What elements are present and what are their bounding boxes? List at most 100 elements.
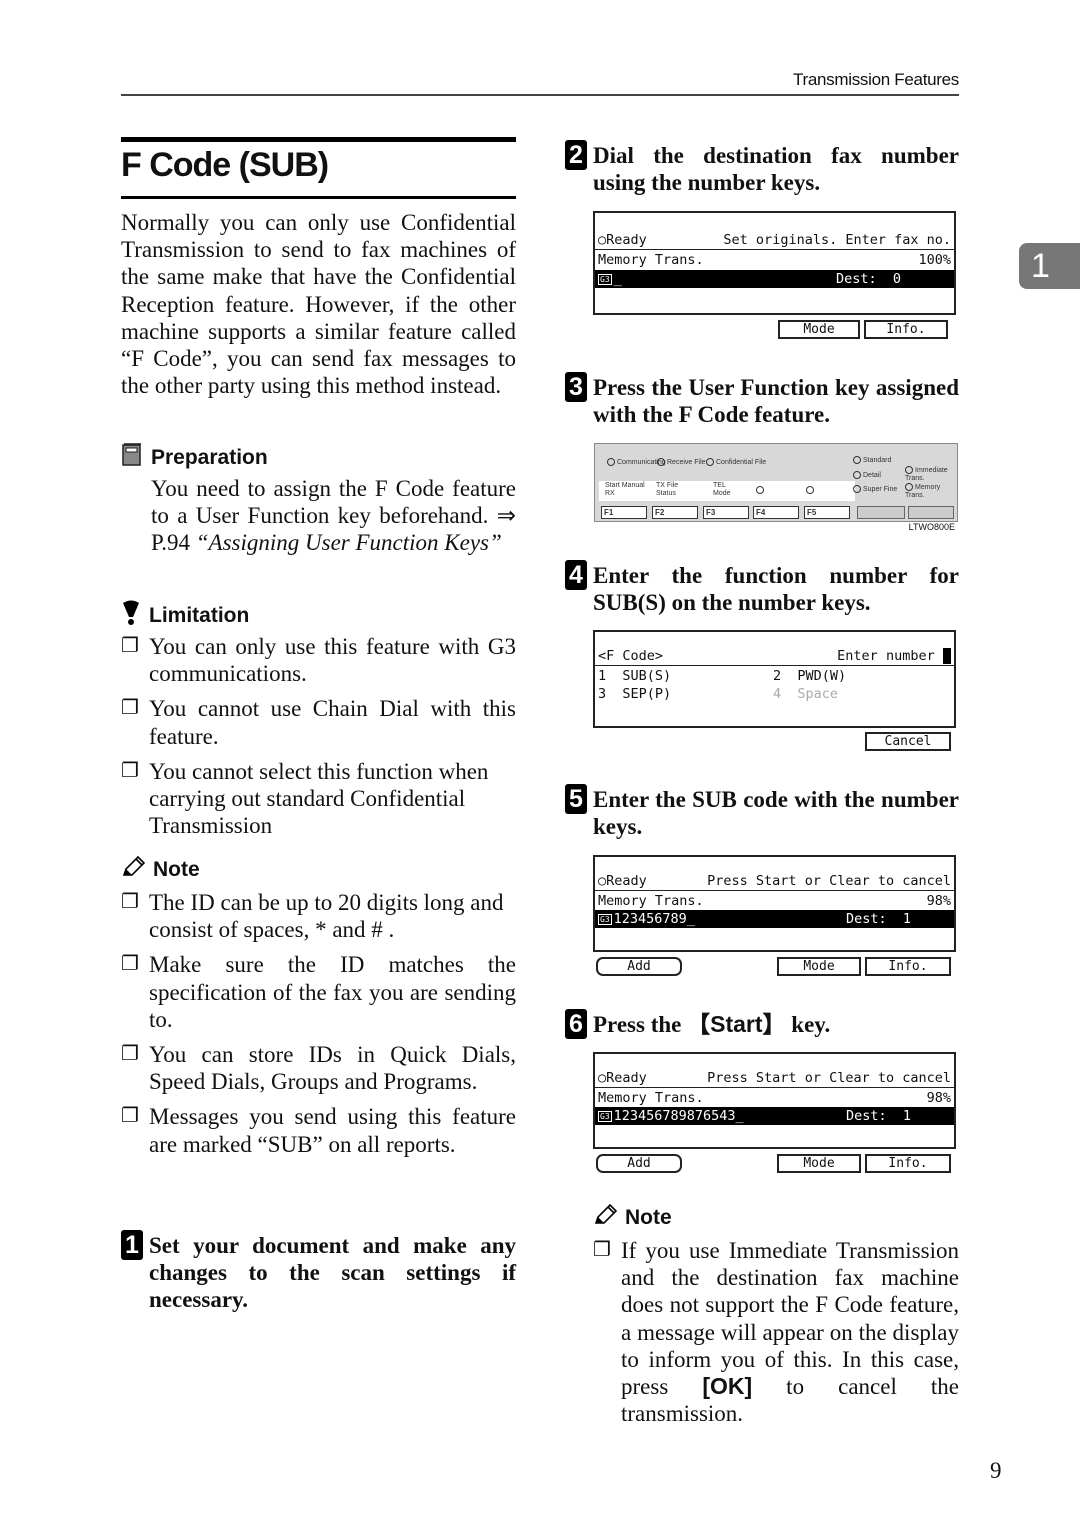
checkbox-icon: ❐: [121, 891, 139, 913]
title-rule-top: [121, 137, 516, 142]
indicator-f5: [806, 486, 816, 495]
limitation-item: ❐ You cannot use Chain Dial with this fea…: [121, 696, 516, 749]
checkbox-icon: ❐: [121, 1105, 139, 1128]
f1-key[interactable]: F1: [601, 506, 647, 519]
f2-key[interactable]: F2: [652, 506, 698, 519]
mode-memory: Memory Trans.: [905, 483, 941, 499]
lcd-input[interactable]: 123456789_: [614, 911, 695, 927]
intro-paragraph: Normally you can only use Confidential T…: [121, 210, 516, 399]
note-item: ❐ The ID can be up to 20 digits long and …: [121, 890, 504, 943]
start-key-label: 【Start】: [687, 1011, 786, 1037]
indicator-f4: [756, 486, 766, 495]
g3-icon: G3: [598, 913, 612, 925]
lcd-dest: Dest: 0: [835, 271, 901, 287]
lcd-screen-sub-partial: ○Ready Press Start or Clear to cancel Mem…: [593, 855, 956, 952]
option-sep[interactable]: 3 SEP(P): [598, 685, 773, 703]
res-super-fine: Super Fine: [853, 485, 897, 494]
control-panel-illustration: Communicating Receive File Confidential …: [594, 443, 958, 522]
limitation-heading: Limitation: [121, 600, 249, 632]
note2-list: ❐ If you use Immediate Transmission and t…: [593, 1237, 959, 1427]
f4-key[interactable]: F4: [753, 506, 799, 519]
note2-heading: Note: [593, 1203, 672, 1232]
lcd-status: ○Ready: [598, 232, 647, 248]
mode-button[interactable]: Mode: [777, 1154, 861, 1173]
label-tel-mode: TEL Mode: [713, 482, 731, 497]
running-header: Transmission Features: [793, 70, 959, 89]
note2-title: Note: [625, 1206, 672, 1229]
g3-icon: G3: [598, 273, 612, 285]
checkbox-icon: ❐: [121, 953, 139, 976]
note-title: Note: [153, 858, 200, 881]
preparation-link[interactable]: “Assigning User Function Keys”: [196, 530, 502, 555]
title-rule-bottom: [121, 196, 516, 199]
option-sub[interactable]: 1 SUB(S): [598, 667, 773, 685]
page-title: F Code (SUB): [121, 146, 329, 184]
limitation-item: ❐ You can only use this feature with G3 c…: [121, 634, 516, 687]
step-text: Set your document and make any changes t…: [149, 1233, 516, 1313]
indicator-receive-file: Receive File: [657, 458, 706, 467]
cancel-button[interactable]: Cancel: [865, 732, 951, 751]
checkbox-icon: ❐: [121, 697, 139, 720]
checkbox-icon: ❐: [121, 635, 139, 657]
option-space[interactable]: 4 Space: [773, 685, 838, 703]
option-pwd[interactable]: 2 PWD(W): [773, 667, 846, 685]
mode-button[interactable]: Mode: [777, 957, 861, 976]
step-number: 2: [565, 140, 587, 170]
step-text: Enter the function number for SUB(S) on …: [593, 563, 959, 616]
f5-key[interactable]: F5: [804, 506, 850, 519]
pencil-icon: [593, 1203, 618, 1232]
info-button[interactable]: Info.: [864, 320, 948, 339]
step-text: Press the User Function key assigned wit…: [593, 375, 959, 428]
lcd-input[interactable]: 123456789876543_: [614, 1108, 744, 1124]
info-button[interactable]: Info.: [865, 957, 951, 976]
note-item: ❐ Messages you send using this feature ar…: [121, 1104, 516, 1157]
add-button[interactable]: Add: [596, 957, 682, 976]
pencil-icon: [121, 855, 146, 884]
note-heading: Note: [121, 855, 200, 884]
limitation-icon: [121, 600, 141, 632]
f3-key[interactable]: F3: [703, 506, 749, 519]
note-item: ❐ Make sure the ID matches the specificat…: [121, 952, 516, 1032]
add-button[interactable]: Add: [596, 1154, 682, 1173]
res-detail: Detail: [853, 471, 881, 480]
limitation-list: ❐ You can only use this feature with G3 c…: [121, 633, 516, 839]
step-text: Dial the destination fax number using th…: [593, 143, 959, 196]
step-5: 5 Enter the SUB code with the number key…: [565, 784, 959, 840]
lcd-title: <F Code>: [598, 648, 664, 664]
step-number: 6: [565, 1009, 587, 1039]
step-text: Enter the SUB code with the number keys.: [593, 787, 959, 840]
lcd-screen-dial: ○Ready Set originals. Enter fax no. Memor…: [593, 211, 956, 315]
step-4: 4 Enter the function number for SUB(S) o…: [565, 560, 959, 616]
checkbox-icon: ❐: [121, 1043, 139, 1066]
limitation-title: Limitation: [149, 604, 250, 627]
lcd-mode: Memory Trans.: [598, 252, 704, 268]
step-number: 3: [565, 372, 587, 402]
page-number: 9: [990, 1458, 1002, 1483]
label-tx-file-status: TX File Status: [656, 482, 679, 497]
lcd-prompt: Enter number: [837, 648, 935, 664]
lcd-screen-fcode: <F Code> Enter number 1 SUB(S) 2 PWD(W) 3 …: [593, 630, 956, 728]
limitation-item: ❐ You cannot select this function when ca…: [121, 758, 489, 839]
checkbox-icon: ❐: [593, 1239, 611, 1261]
step-number: 4: [565, 560, 587, 590]
checkbox-icon: ❐: [121, 759, 139, 782]
preparation-title: Preparation: [151, 446, 268, 469]
info-button[interactable]: Info.: [865, 1154, 951, 1173]
lcd-memory: 100%: [918, 252, 951, 268]
lcd-input[interactable]: _: [614, 271, 622, 287]
step-number: 5: [565, 784, 587, 814]
g3-icon: G3: [598, 1110, 612, 1122]
label-start-manual-rx: Start Manual RX: [605, 482, 645, 497]
note-item: ❐ You can store IDs in Quick Dials, Speed…: [121, 1042, 516, 1095]
preparation-text: You need to assign the F Code feature to…: [151, 475, 516, 557]
lcd-screen-sub-full: ○Ready Press Start or Clear to cancel Mem…: [593, 1052, 956, 1149]
step-1: 1 Set your document and make any changes…: [121, 1230, 516, 1314]
step-number: 1: [121, 1230, 143, 1260]
mode-button[interactable]: Mode: [778, 320, 860, 339]
header-rule: [121, 94, 959, 96]
indicator-confidential-file: Confidential File: [706, 458, 766, 467]
note2-item: ❐ If you use Immediate Transmission and t…: [593, 1238, 959, 1427]
mode-immediate: Immediate Trans.: [905, 466, 948, 482]
book-icon: [121, 443, 143, 473]
note-list: ❐ The ID can be up to 20 digits long and …: [121, 889, 516, 1158]
